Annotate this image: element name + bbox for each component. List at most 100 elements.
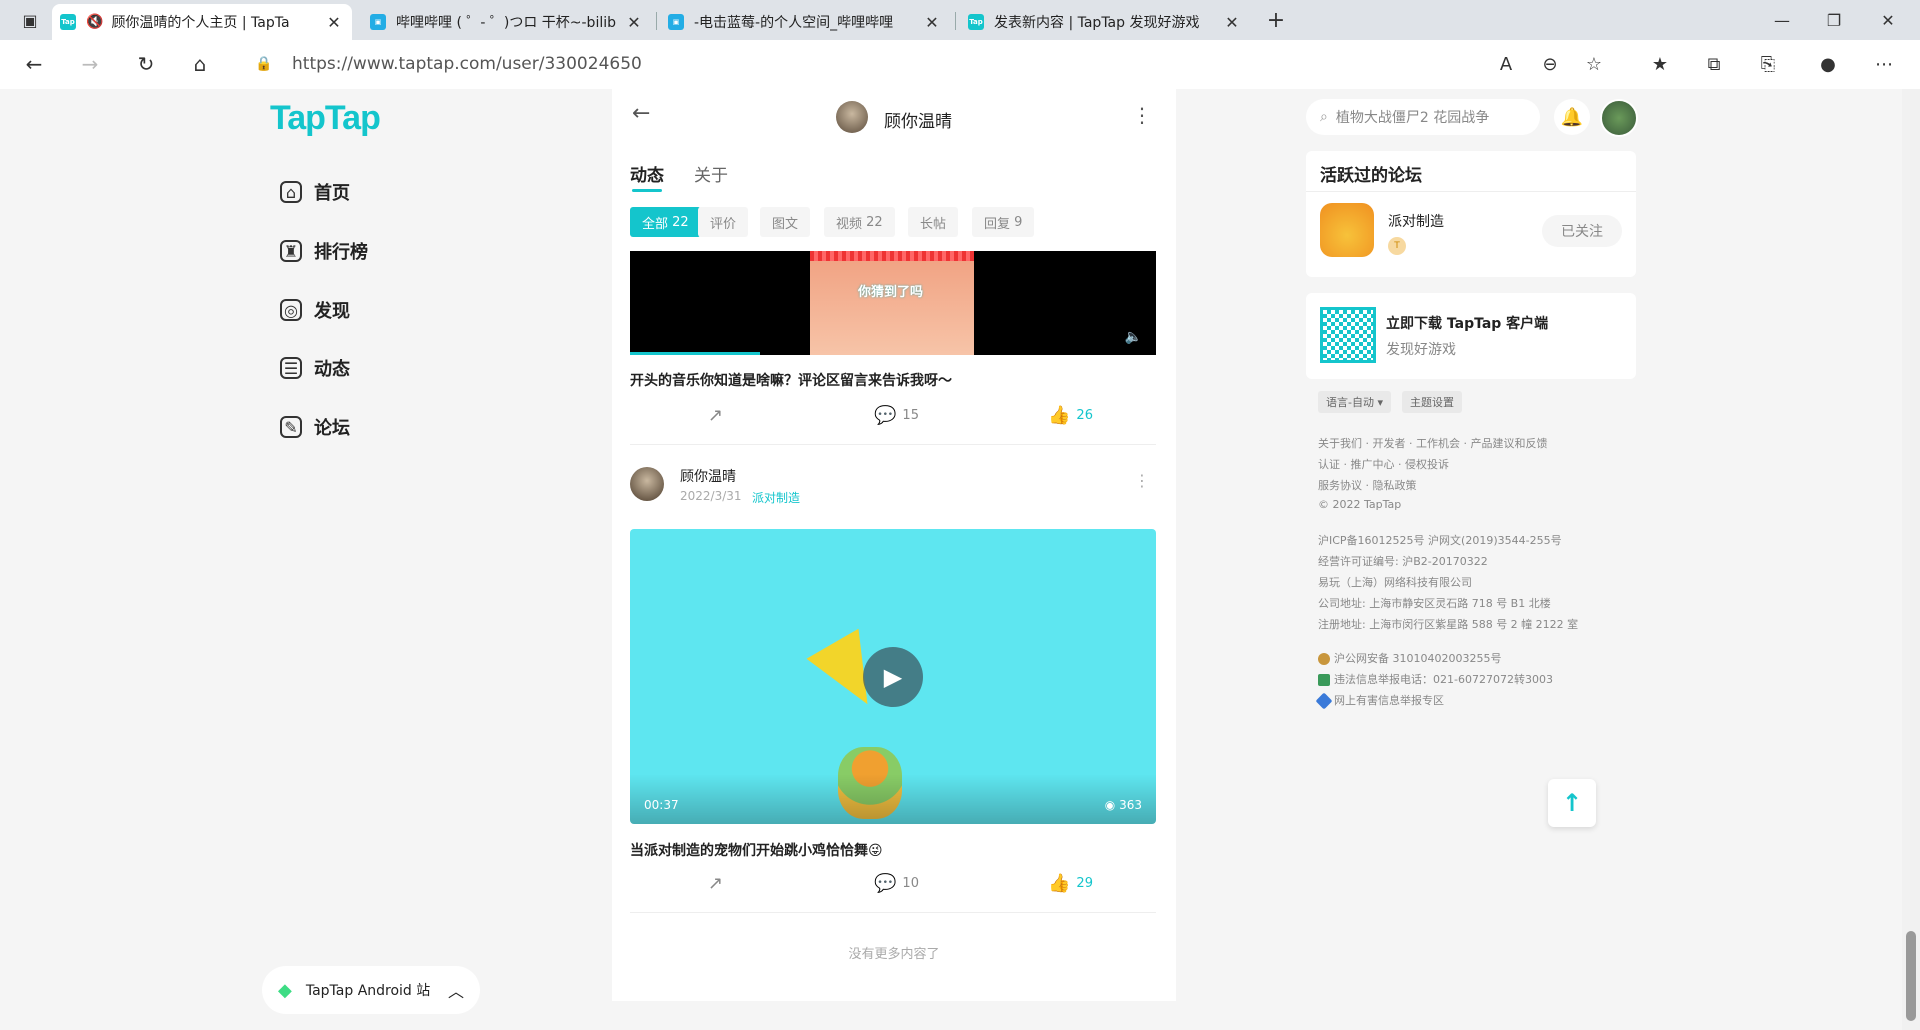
- sidebar-item-forum[interactable]: ✎ 论坛: [280, 414, 350, 440]
- filter-replies[interactable]: 回复 9: [972, 207, 1035, 237]
- add-favorite-icon[interactable]: ☆: [1578, 48, 1610, 80]
- close-tab-icon[interactable]: ✕: [324, 13, 344, 32]
- share-button[interactable]: ↗: [708, 405, 729, 426]
- search-input[interactable]: ⌕ 植物大战僵尸2 花园战争: [1306, 99, 1540, 135]
- trophy-icon: ♜: [280, 240, 302, 262]
- sidebar-item-feed[interactable]: ☰ 动态: [280, 355, 350, 381]
- android-site-toggle[interactable]: ◆ TapTap Android 站 ︿: [262, 966, 480, 1014]
- comment-icon: 💬: [874, 873, 897, 894]
- user-avatar[interactable]: [1600, 99, 1638, 137]
- view-count-value: 363: [1119, 798, 1142, 812]
- download-app-card[interactable]: 立即下载 TapTap 客户端 发现好游戏: [1306, 293, 1636, 379]
- back-arrow-icon[interactable]: ←: [632, 101, 650, 126]
- filter-label: 图文: [772, 216, 799, 232]
- filter-long-posts[interactable]: 长帖: [908, 207, 959, 237]
- icp-license[interactable]: 沪ICP备16012525号 沪网文(2019)3544-255号: [1318, 532, 1562, 548]
- footer-links[interactable]: 服务协议 · 隐私政策: [1318, 477, 1417, 493]
- taptap-logo[interactable]: TapTap: [270, 99, 381, 138]
- comment-button[interactable]: 💬 15: [874, 405, 919, 426]
- forward-button[interactable]: →: [74, 48, 106, 80]
- followed-button[interactable]: 已关注: [1542, 215, 1622, 247]
- like-button[interactable]: 👍 26: [1048, 405, 1093, 426]
- active-forums-card: 活跃过的论坛 派对制造 T 已关注: [1306, 151, 1636, 277]
- home-button[interactable]: ⌂: [184, 48, 216, 80]
- game-icon[interactable]: [1320, 203, 1374, 257]
- filter-videos[interactable]: 视频 22: [824, 207, 895, 237]
- active-tab-indicator: [632, 189, 662, 192]
- avatar[interactable]: [630, 467, 664, 501]
- post-title[interactable]: 开头的音乐你知道是啥嘛？评论区留言来告诉我呀～: [630, 370, 952, 390]
- forum-name[interactable]: 派对制造: [1388, 211, 1444, 231]
- harmful-info-report[interactable]: 网上有害信息举报专区: [1315, 692, 1444, 710]
- footer-links[interactable]: 关于我们 · 开发者 · 工作机会 · 产品建议和反馈: [1318, 435, 1547, 451]
- scrollbar-thumb[interactable]: [1906, 931, 1916, 1021]
- page-scrollbar[interactable]: [1902, 89, 1920, 1030]
- post-divider: [630, 444, 1156, 445]
- report-icon: [1318, 674, 1330, 686]
- theme-settings-button[interactable]: 主题设置: [1402, 391, 1462, 413]
- url-bar[interactable]: 🔒 https://www.taptap.com/user/330024650: [236, 46, 1592, 82]
- minimize-button[interactable]: —: [1770, 8, 1794, 32]
- new-tab-button[interactable]: +: [1264, 8, 1288, 33]
- back-button[interactable]: ←: [18, 48, 50, 80]
- video-duration: 00:37: [644, 798, 679, 812]
- post-title[interactable]: 当派对制造的宠物们开始跳小鸡恰恰舞😜: [630, 840, 883, 860]
- language-select[interactable]: 语言-自动 ▾: [1318, 391, 1391, 413]
- refresh-button[interactable]: ↻: [130, 48, 162, 80]
- read-aloud-icon[interactable]: A: [1490, 48, 1522, 80]
- feed-icon: ☰: [280, 357, 302, 379]
- more-options-icon[interactable]: ⋮: [1134, 471, 1150, 490]
- like-count: 29: [1076, 876, 1093, 891]
- taptap-icon: Tap: [60, 14, 76, 30]
- back-to-top-button[interactable]: ↑: [1548, 779, 1596, 827]
- tab-about[interactable]: 关于: [694, 161, 728, 186]
- zoom-icon[interactable]: ⊖: [1534, 48, 1566, 80]
- sidebar-item-discover[interactable]: ◎ 发现: [280, 297, 350, 323]
- sidebar-item-home[interactable]: ⌂ 首页: [280, 179, 350, 205]
- sidebar-item-rankings[interactable]: ♜ 排行榜: [280, 238, 368, 264]
- copyright: © 2022 TapTap: [1318, 498, 1402, 511]
- post-forum-link[interactable]: 派对制造: [752, 489, 800, 506]
- tab-taptap-post[interactable]: Tap 发表新内容 | TapTap 发现好游戏 ✕: [960, 4, 1250, 40]
- police-record[interactable]: 沪公网安备 31010402003255号: [1318, 650, 1501, 666]
- close-tab-icon[interactable]: ✕: [922, 13, 942, 32]
- like-button[interactable]: 👍 29: [1048, 873, 1093, 894]
- lock-icon[interactable]: 🔒: [254, 54, 274, 74]
- muted-speaker-icon[interactable]: 🔇: [86, 14, 103, 30]
- play-icon[interactable]: ▶: [863, 647, 923, 707]
- tab-feed[interactable]: 动态: [630, 161, 664, 186]
- filter-reviews[interactable]: 评价: [698, 207, 749, 237]
- close-tab-icon[interactable]: ✕: [1222, 13, 1242, 32]
- filter-images[interactable]: 图文: [760, 207, 811, 237]
- video-thumbnail[interactable]: ▶ 00:37 ◉ 363: [630, 529, 1156, 824]
- footer-links[interactable]: 认证 · 推广中心 · 侵权投诉: [1318, 456, 1449, 472]
- chevron-up-icon[interactable]: ︿: [448, 978, 464, 1002]
- more-options-icon[interactable]: ⋮: [1132, 103, 1152, 127]
- volume-icon[interactable]: 🔈: [1125, 329, 1142, 345]
- restore-button[interactable]: ❐: [1822, 8, 1846, 32]
- bilibili-icon: ▣: [370, 14, 386, 30]
- tab-taptap-profile[interactable]: Tap 🔇 顾你温晴的个人主页 | TapTa ✕: [52, 4, 352, 40]
- close-window-button[interactable]: ✕: [1876, 8, 1900, 32]
- comment-count: 10: [902, 876, 919, 891]
- collections-icon[interactable]: ⧉: [1698, 48, 1730, 80]
- avatar[interactable]: [836, 101, 868, 133]
- favorites-icon[interactable]: ★: [1644, 48, 1676, 80]
- close-tab-icon[interactable]: ✕: [624, 13, 644, 32]
- tab-bilibili-space[interactable]: ▣ -电击蓝莓-的个人空间_哔哩哔哩 ✕: [660, 4, 950, 40]
- tab-bilibili-home[interactable]: ▣ 哔哩哔哩 ( ゜- ゜)つロ 干杯~-bilib ✕: [362, 4, 652, 40]
- video-progress[interactable]: [630, 352, 760, 355]
- filter-all[interactable]: 全部 22: [630, 207, 701, 237]
- url-text[interactable]: https://www.taptap.com/user/330024650: [292, 54, 642, 74]
- post-author[interactable]: 顾你温晴: [680, 466, 736, 486]
- comment-button[interactable]: 💬 10: [874, 873, 919, 894]
- sidebar-item-label: 首页: [314, 183, 350, 204]
- screenshot-icon[interactable]: ⎘: [1752, 48, 1784, 80]
- profile-header: ← 顾你温晴 ⋮: [612, 89, 1176, 145]
- share-button[interactable]: ↗: [708, 873, 729, 894]
- more-menu-icon[interactable]: ⋯: [1868, 48, 1900, 80]
- video-player[interactable]: 你猜到了吗 🔈: [630, 251, 1156, 355]
- notification-bell-icon[interactable]: 🔔: [1554, 99, 1590, 135]
- profile-icon[interactable]: ●: [1812, 48, 1844, 80]
- tab-actions-icon[interactable]: ▣: [18, 8, 42, 32]
